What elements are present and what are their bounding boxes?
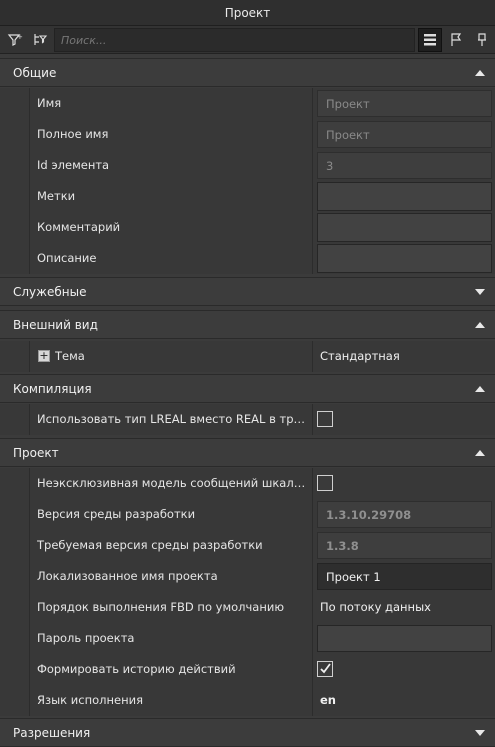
section-title: Разрешения — [13, 726, 91, 740]
fbd-order-value[interactable]: По потоку данных — [320, 600, 431, 614]
property-label: Тема — [55, 349, 85, 363]
property-row-fbd-order: Порядок выполнения FBD по умолчанию По п… — [0, 592, 495, 623]
required-version-field[interactable]: 1.3.8 — [317, 532, 492, 559]
property-row-description: Описание — [0, 243, 495, 274]
property-label: Версия среды разработки — [37, 507, 196, 521]
window-title-bar: Проект — [0, 0, 495, 26]
collapse-icon[interactable] — [474, 68, 486, 78]
section-project-header[interactable]: Проект — [0, 438, 495, 467]
property-row-theme: + Тема Стандартная — [0, 341, 495, 372]
list-view-icon[interactable] — [418, 28, 442, 52]
tree-filter-icon[interactable] — [28, 28, 52, 52]
collapse-icon[interactable] — [474, 320, 486, 330]
section-appearance-header[interactable]: Внешний вид — [0, 310, 495, 339]
section-title: Общие — [13, 66, 57, 80]
comment-field[interactable] — [317, 213, 492, 242]
password-field[interactable] — [317, 625, 492, 652]
property-row-password: Пароль проекта — [0, 623, 495, 654]
description-field[interactable] — [317, 244, 492, 273]
toolbar: + Поиск... — [0, 26, 495, 54]
section-title: Проект — [13, 446, 59, 460]
property-row-lreal: Использовать тип LREAL вместо REAL в тра… — [0, 404, 495, 435]
property-row-comment: Комментарий — [0, 212, 495, 243]
property-row-tags: Метки — [0, 181, 495, 212]
property-row-history: Формировать историю действий — [0, 654, 495, 685]
property-label: Локализованное имя проекта — [37, 569, 218, 583]
property-row-runtime-language: Язык исполнения en — [0, 685, 495, 716]
section-general-header[interactable]: Общие — [0, 58, 495, 87]
filter-icon[interactable]: + — [3, 28, 27, 52]
svg-text:+: + — [17, 33, 23, 41]
section-service-header[interactable]: Служебные — [0, 277, 495, 306]
property-row-ide-version: Версия среды разработки 1.3.10.29708 — [0, 499, 495, 530]
lreal-checkbox[interactable] — [317, 411, 333, 427]
expand-plus-icon[interactable]: + — [38, 350, 50, 362]
property-row-name: Имя Проект — [0, 88, 495, 119]
property-label: Полное имя — [37, 127, 109, 141]
property-row-full-name: Полное имя Проект — [0, 119, 495, 150]
tags-field[interactable] — [317, 182, 492, 211]
section-compile-header[interactable]: Компиляция — [0, 374, 495, 403]
property-label: Комментарий — [37, 220, 121, 234]
property-row-element-id: Id элемента 3 — [0, 150, 495, 181]
search-input[interactable]: Поиск... — [54, 28, 415, 52]
property-row-localized-name: Локализованное имя проекта Проект 1 — [0, 561, 495, 592]
property-label: Id элемента — [37, 158, 110, 172]
collapse-icon[interactable] — [474, 384, 486, 394]
ide-version-field[interactable]: 1.3.10.29708 — [317, 501, 492, 528]
property-label: Неэксклюзивная модель сообщений шкалы AI — [37, 476, 309, 490]
section-permissions-header[interactable]: Разрешения — [0, 718, 495, 747]
localized-name-field[interactable]: Проект 1 — [317, 563, 492, 590]
property-label: Метки — [37, 189, 76, 203]
theme-value[interactable]: Стандартная — [320, 349, 400, 363]
property-row-required-version: Требуемая версия среды разработки 1.3.8 — [0, 530, 495, 561]
property-label: Порядок выполнения FBD по умолчанию — [37, 600, 285, 614]
property-label: Описание — [37, 251, 97, 265]
section-title: Компиляция — [13, 382, 92, 396]
property-label: Имя — [37, 96, 62, 110]
element-id-field[interactable]: 3 — [317, 152, 492, 179]
property-row-nonexclusive-ai: Неэксклюзивная модель сообщений шкалы AI — [0, 468, 495, 499]
property-label: Пароль проекта — [37, 631, 135, 645]
expand-icon[interactable] — [474, 287, 486, 297]
runtime-language-value[interactable]: en — [320, 693, 336, 707]
section-title: Служебные — [13, 285, 87, 299]
window-title: Проект — [224, 5, 271, 20]
property-label: Использовать тип LREAL вместо REAL в тра… — [37, 412, 309, 426]
property-label: Формировать историю действий — [37, 662, 236, 676]
name-field[interactable]: Проект — [317, 90, 492, 117]
collapse-icon[interactable] — [474, 448, 486, 458]
checkmark-icon — [320, 663, 331, 674]
full-name-field[interactable]: Проект — [317, 121, 492, 148]
flag-icon[interactable] — [444, 28, 468, 52]
property-label: Требуемая версия среды разработки — [37, 538, 263, 552]
property-label: Язык исполнения — [37, 693, 143, 707]
expand-icon[interactable] — [474, 728, 486, 738]
history-checkbox[interactable] — [317, 661, 333, 677]
section-title: Внешний вид — [13, 318, 98, 332]
pin-icon[interactable] — [470, 28, 494, 52]
nonexclusive-ai-checkbox[interactable] — [317, 475, 333, 491]
